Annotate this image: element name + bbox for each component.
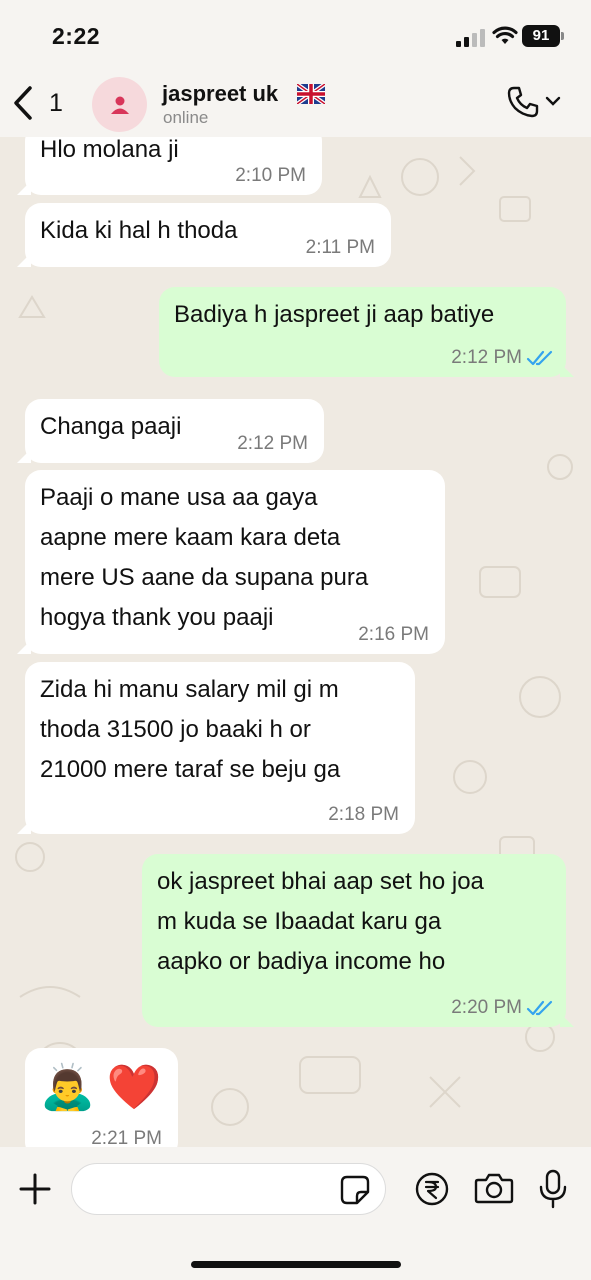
incoming-message-bubble[interactable]: Changa paaji 2:12 PM [17,399,324,463]
message-timestamp: 2:20 PM [451,997,522,1018]
message-text: Hlo molana ji [40,137,179,170]
message-composer [0,1147,591,1280]
uk-flag-icon [297,84,325,104]
camera-icon[interactable] [474,1171,514,1205]
bubble-tail [17,449,31,463]
phone-icon[interactable] [506,85,540,119]
message-line: Zida hi manu salary mil gi m [40,676,339,703]
message-text: Zida hi manu salary mil gi m thoda 31500 … [40,670,340,790]
incoming-message-bubble[interactable]: Kida ki hal h thoda 2:11 PM [17,203,391,267]
emoji: ❤️ [106,1063,162,1112]
message-timestamp: 2:11 PM [305,237,375,258]
message-text: Kida ki hal h thoda [40,211,237,251]
battery-indicator: 91 [522,25,564,47]
message-text: Changa paaji [40,407,181,447]
bubble-tail [560,363,574,377]
chevron-down-icon[interactable] [545,95,561,107]
incoming-message-bubble[interactable]: Hlo molana ji 2:10 PM [17,137,322,195]
rupee-icon[interactable] [414,1171,450,1207]
contact-avatar[interactable] [92,77,147,132]
message-line: hogya thank you paaji [40,604,274,631]
sticker-icon[interactable] [339,1174,371,1206]
status-bar: 2:22 91 [0,0,591,75]
bubble-tail [17,181,31,195]
contact-status: online [163,108,209,127]
outgoing-message-bubble[interactable]: Badiya h jaspreet ji aap batiye 2:12 PM [159,287,574,377]
message-line: Kida ki hal h thoda [40,217,238,244]
microphone-icon[interactable] [538,1169,568,1209]
chat-header: 1 jaspreet uk online [0,75,591,137]
emoji-message: 🙇‍♂️ ❤️ [40,1058,162,1118]
double-check-icon [526,350,553,366]
message-line: Changa paaji [40,413,182,440]
outgoing-message-bubble[interactable]: ok jaspreet bhai aap set ho joa m kuda se… [142,854,574,1027]
person-icon [110,96,129,114]
bubble-tail [17,640,31,654]
message-line: Badiya h jaspreet ji aap batiye [174,301,495,328]
incoming-message-bubble[interactable]: Paaji o mane usa aa gaya aapne mere kaam … [17,470,445,654]
message-timestamp: 2:18 PM [328,804,399,825]
contact-name[interactable]: jaspreet uk [162,81,278,107]
message-line: m kuda se Ibaadat karu ga [157,908,442,935]
message-text: Badiya h jaspreet ji aap batiye [174,295,494,335]
home-indicator [191,1261,401,1268]
message-timestamp: 2:21 PM [91,1128,162,1147]
chevron-left-icon[interactable] [10,85,36,121]
message-timestamp: 2:12 PM [451,347,522,368]
message-line: ok jaspreet bhai aap set ho joa [157,868,484,895]
incoming-message-bubble[interactable]: Zida hi manu salary mil gi m thoda 31500 … [17,662,415,834]
message-timestamp: 2:10 PM [235,165,306,186]
double-check-icon [526,1000,553,1016]
message-timestamp: 2:16 PM [358,624,429,645]
emoji: 🙇‍♂️ [40,1063,95,1112]
message-text: Paaji o mane usa aa gaya aapne mere kaam … [40,478,368,638]
message-timestamp: 2:12 PM [237,433,308,454]
chat-message-list[interactable]: Hlo molana ji 2:10 PM Kida ki hal h thoda 2… [0,137,591,1147]
unread-count[interactable]: 1 [49,89,63,118]
incoming-message-bubble[interactable]: 🙇‍♂️ ❤️ 2:21 PM [17,1048,178,1147]
status-time: 2:22 [52,23,101,49]
message-line: mere US aane da supana pura [40,564,369,591]
message-line: Hlo molana ji [40,137,179,163]
message-line: thoda 31500 jo baaki h or [40,716,311,743]
bubble-tail [17,820,31,834]
plus-icon[interactable] [17,1171,53,1207]
wifi-icon [492,26,518,44]
bubble-tail [17,253,31,267]
message-line: aapne mere kaam kara deta [40,524,341,551]
bubble-tail [560,1013,574,1027]
message-line: Paaji o mane usa aa gaya [40,484,318,511]
message-text: ok jaspreet bhai aap set ho joa m kuda se… [157,862,484,982]
message-line: 21000 mere taraf se beju ga [40,756,341,783]
message-line: aapko or badiya income ho [157,948,446,975]
cellular-signal-icon [456,27,486,47]
